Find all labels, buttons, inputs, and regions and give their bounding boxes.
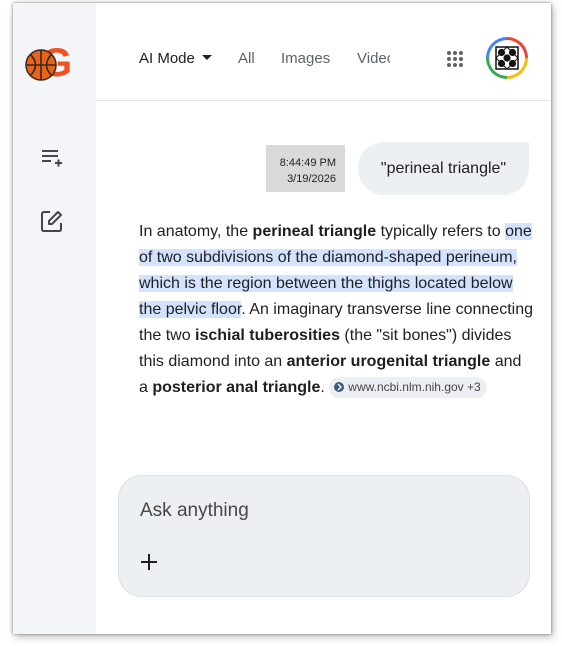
answer-text: In anatomy, the (139, 223, 253, 240)
user-query-bubble: "perineal triangle" (358, 142, 529, 195)
timestamp-date: 3/19/2026 (287, 173, 336, 185)
answer-text: typically refers to (376, 223, 506, 240)
edit-button[interactable] (39, 208, 65, 234)
answer-text: . (320, 379, 330, 396)
answer-term: ischial tuberosities (195, 327, 340, 344)
apps-grid-icon (447, 51, 463, 67)
source-chip-label: www.ncbi.nlm.nih.gov +3 (348, 380, 481, 394)
ask-input-placeholder: Ask anything (140, 500, 249, 521)
quincunx-tile-icon (495, 46, 519, 70)
answer-term: perineal triangle (252, 223, 377, 240)
new-chat-button[interactable] (39, 144, 65, 170)
answer-term: anterior urogenital triangle (286, 353, 491, 370)
ai-answer: In anatomy, the perineal triangle typica… (139, 219, 534, 401)
plus-icon (141, 554, 157, 570)
browser-window: G AI Mode All Images Videos (13, 3, 551, 634)
top-header: AI Mode All Images Videos (96, 3, 551, 101)
tab-videos[interactable]: Videos (357, 50, 390, 67)
answer-term: posterior anal triangle (152, 379, 321, 396)
new-chat-list-icon (42, 150, 62, 167)
edit-square-icon (41, 211, 62, 232)
apps-button[interactable] (446, 50, 464, 68)
tab-ai-mode[interactable]: AI Mode (139, 50, 212, 67)
sidebar: G (13, 3, 96, 634)
chevron-down-icon (201, 55, 212, 60)
source-favicon-icon (334, 382, 345, 392)
message-timestamp: 8:44:49 PM 3/19/2026 (266, 145, 345, 192)
source-chip[interactable]: www.ncbi.nlm.nih.gov +3 (329, 377, 487, 398)
app-logo[interactable]: G (23, 38, 75, 85)
add-attachment-button[interactable] (139, 552, 159, 572)
tab-ai-mode-label: AI Mode (139, 50, 195, 67)
tab-all[interactable]: All (238, 50, 255, 67)
ask-input-box[interactable]: Ask anything (118, 475, 530, 597)
avatar-inner (489, 40, 525, 76)
timestamp-time: 8:44:49 PM (279, 157, 336, 169)
account-avatar[interactable] (486, 37, 528, 79)
basketball-g-logo-icon: G (25, 41, 72, 85)
tab-images[interactable]: Images (281, 50, 330, 67)
